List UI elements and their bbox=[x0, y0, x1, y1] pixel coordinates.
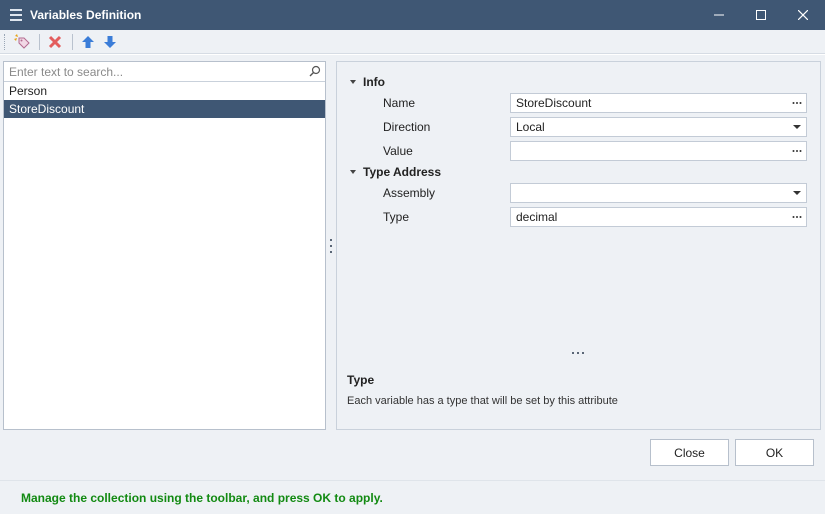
close-icon bbox=[798, 10, 808, 20]
dropdown-button[interactable] bbox=[788, 118, 806, 136]
toolbar-grip[interactable] bbox=[4, 33, 6, 50]
category-type-address[interactable]: Type Address bbox=[349, 163, 441, 181]
window-title: Variables Definition bbox=[30, 8, 142, 22]
chevron-down-icon bbox=[793, 190, 801, 195]
assembly-dropdown[interactable] bbox=[510, 183, 807, 203]
list-icon bbox=[10, 9, 22, 21]
dropdown-button[interactable] bbox=[788, 184, 806, 202]
property-label-direction: Direction bbox=[383, 120, 431, 134]
list-item-storediscount[interactable]: StoreDiscount bbox=[4, 100, 325, 118]
delete-item-button[interactable] bbox=[45, 32, 65, 52]
description-text: Each variable has a type that will be se… bbox=[347, 395, 618, 407]
collection-list-panel: Person StoreDiscount bbox=[3, 61, 326, 430]
ellipsis-icon bbox=[792, 102, 802, 104]
arrow-up-icon bbox=[82, 35, 94, 48]
panel-splitter[interactable] bbox=[329, 239, 333, 253]
property-label-name: Name bbox=[383, 96, 416, 110]
toolbar-separator bbox=[39, 33, 40, 50]
description-title: Type bbox=[347, 373, 375, 387]
chevron-down-icon bbox=[793, 124, 801, 129]
move-up-button[interactable] bbox=[78, 32, 98, 52]
ellipsis-icon bbox=[792, 216, 802, 218]
main-area: Person StoreDiscount Info Name StoreDisc… bbox=[0, 55, 825, 438]
type-field[interactable]: decimal bbox=[510, 207, 807, 227]
property-label-assembly: Assembly bbox=[383, 186, 436, 200]
category-info[interactable]: Info bbox=[349, 73, 385, 91]
status-bar: Manage the collection using the toolbar,… bbox=[0, 480, 825, 514]
category-label: Type Address bbox=[363, 165, 442, 179]
ellipsis-icon bbox=[792, 150, 802, 152]
property-label-value: Value bbox=[383, 144, 413, 158]
ellipsis-button[interactable] bbox=[788, 94, 806, 112]
red-x-icon bbox=[48, 35, 62, 48]
close-window-button[interactable] bbox=[782, 0, 824, 30]
status-message: Manage the collection using the toolbar,… bbox=[21, 491, 383, 505]
direction-value: Local bbox=[516, 120, 545, 134]
title-bar: Variables Definition bbox=[0, 0, 825, 30]
collapse-icon[interactable] bbox=[349, 78, 357, 86]
ok-button[interactable]: OK bbox=[735, 439, 814, 466]
minimize-button[interactable] bbox=[698, 0, 740, 30]
description-splitter[interactable] bbox=[572, 352, 584, 356]
toolbar-separator bbox=[72, 33, 73, 50]
close-button[interactable]: Close bbox=[650, 439, 729, 466]
search-icon[interactable] bbox=[309, 65, 321, 77]
search-input[interactable] bbox=[4, 62, 304, 81]
type-value: decimal bbox=[516, 210, 558, 224]
maximize-icon bbox=[756, 10, 766, 20]
collapse-icon[interactable] bbox=[349, 168, 357, 176]
property-grid: Info Name StoreDiscount Direction Local … bbox=[336, 61, 821, 430]
arrow-down-icon bbox=[104, 35, 116, 48]
property-label-type: Type bbox=[383, 210, 410, 224]
ellipsis-button[interactable] bbox=[788, 208, 806, 226]
tag-add-icon bbox=[14, 33, 30, 49]
toolbar bbox=[0, 30, 825, 54]
search-box bbox=[4, 62, 325, 82]
dialog-buttons: Close OK bbox=[0, 438, 825, 480]
name-field[interactable]: StoreDiscount bbox=[510, 93, 807, 113]
add-item-button[interactable] bbox=[12, 32, 32, 52]
minimize-icon bbox=[714, 14, 724, 16]
list-item-person[interactable]: Person bbox=[4, 82, 325, 100]
maximize-button[interactable] bbox=[740, 0, 782, 30]
ellipsis-button[interactable] bbox=[788, 142, 806, 160]
value-field[interactable] bbox=[510, 141, 807, 161]
direction-dropdown[interactable]: Local bbox=[510, 117, 807, 137]
category-label: Info bbox=[363, 75, 385, 89]
name-value: StoreDiscount bbox=[516, 96, 592, 110]
move-down-button[interactable] bbox=[100, 32, 120, 52]
